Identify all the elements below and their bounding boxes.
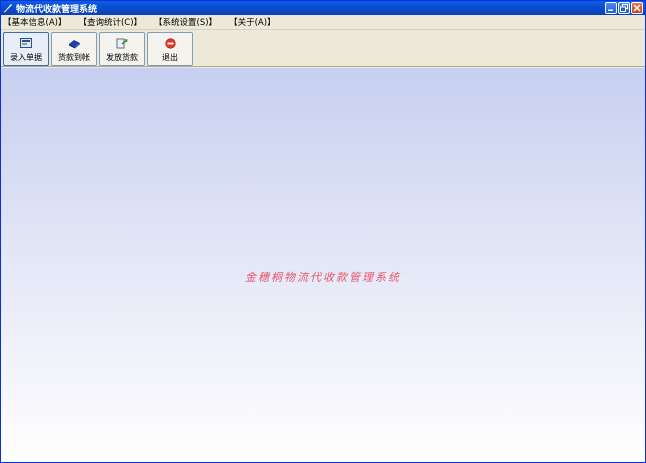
exit-label: 退出: [162, 53, 178, 62]
enter-document-button[interactable]: 录入单据: [3, 32, 49, 66]
menu-bar: 【基本信息(A)】 【查询统计(C)】 【系统设置(S)】 【关于(A)】: [1, 15, 645, 30]
payment-received-button[interactable]: 货款到帐: [51, 32, 97, 66]
minimize-icon: [608, 9, 613, 11]
exit-button[interactable]: 退出: [147, 32, 193, 66]
close-icon: [633, 4, 641, 12]
payment-received-label: 货款到帐: [58, 53, 90, 62]
window-title: 物流代收款管理系统: [16, 4, 98, 15]
menu-query-stats[interactable]: 【查询统计(C)】: [78, 16, 142, 28]
enter-document-label: 录入单据: [10, 53, 42, 62]
menu-about[interactable]: 【关于(A)】: [229, 16, 275, 28]
app-window: 物流代收款管理系统 【基本信息(A)】 【查询统计(C)】 【系统设置(S)】 …: [0, 0, 646, 463]
exit-icon: [163, 37, 177, 49]
app-feather-icon: [3, 3, 13, 13]
restore-icon: [620, 4, 628, 12]
window-controls: [605, 2, 643, 14]
payout-icon: [115, 37, 129, 49]
menu-system-settings[interactable]: 【系统设置(S)】: [154, 16, 217, 28]
payout-label: 发放货款: [106, 53, 138, 62]
form-entry-icon: [19, 37, 33, 49]
maximize-button[interactable]: [618, 2, 630, 14]
title-bar[interactable]: 物流代收款管理系统: [1, 1, 645, 15]
minimize-button[interactable]: [605, 2, 617, 14]
payment-received-icon: [67, 37, 81, 49]
main-workspace: 金穗桐物流代收款管理系统: [1, 68, 645, 462]
close-button[interactable]: [631, 2, 643, 14]
toolbar: 录入单据 货款到帐 发放货款 退出: [1, 30, 645, 67]
menu-basic-info[interactable]: 【基本信息(A)】: [3, 16, 66, 28]
system-watermark: 金穗桐物流代收款管理系统: [245, 271, 401, 284]
payout-button[interactable]: 发放货款: [99, 32, 145, 66]
